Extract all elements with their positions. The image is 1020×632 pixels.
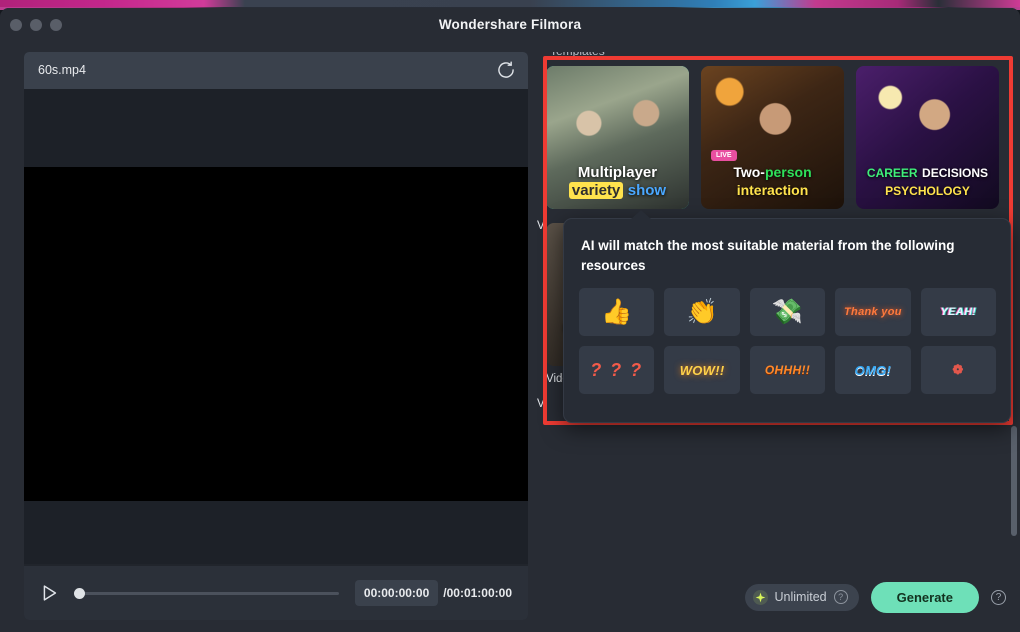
thank-you-sticker[interactable]: Thank you (835, 288, 910, 336)
generate-help-icon[interactable]: ? (991, 590, 1006, 605)
thumbs-up-sticker[interactable]: 👍 (579, 288, 654, 336)
template-thumbnail[interactable]: LIVE Two-person interaction (701, 66, 844, 209)
file-name-label: 60s.mp4 (38, 63, 86, 77)
generate-button[interactable]: Generate (871, 582, 979, 613)
play-icon[interactable] (38, 582, 60, 604)
seek-bar[interactable] (74, 586, 339, 600)
action-bar: Unlimited ? Generate ? (536, 570, 1020, 624)
preview-letterbox-top (24, 89, 528, 167)
wow-text: WOW!! (680, 363, 725, 378)
red-splat-icon: ❁ (952, 362, 964, 378)
sticker-grid: 👍 👏 💸 Thank you YEAH! ? ? ? (564, 275, 1010, 394)
unlimited-label: Unlimited (775, 590, 827, 604)
templates-scrollbar[interactable] (1011, 426, 1017, 536)
clapping-hands-sticker[interactable]: 👏 (664, 288, 739, 336)
player-controls: 00:00:00:00 /00:01:00:00 (24, 566, 528, 620)
template-photo (856, 66, 999, 209)
background-app-strip (0, 0, 1020, 7)
truncated-caption-left-1: V (537, 220, 545, 232)
clapping-hands-icon: 👏 (687, 300, 718, 325)
ai-resources-popup: AI will match the most suitable material… (563, 218, 1011, 423)
title-bar: Wondershare Filmora (0, 8, 1020, 44)
money-with-wings-icon: 💸 (772, 300, 803, 325)
unlimited-badge[interactable]: Unlimited ? (745, 584, 859, 611)
truncated-caption-left-2: V (537, 398, 545, 410)
diamond-glyph (755, 592, 766, 603)
template-thumbnail[interactable]: CAREER DECISIONS PSYCHOLOGY (856, 66, 999, 209)
window-title: Wondershare Filmora (0, 17, 1020, 32)
templates-row-1: Multiplayer variety show LIVE Two-perso (546, 66, 1010, 209)
omg-sticker[interactable]: OMG! (835, 346, 910, 394)
current-time-label: 00:00:00:00 (355, 580, 438, 606)
preview-pane: 60s.mp4 00:00:00:00 /00:01:00:00 (24, 52, 528, 620)
yeah-text: YEAH! (940, 306, 976, 318)
popup-arrow-icon (631, 210, 651, 219)
template-photo (546, 66, 689, 209)
seek-track (80, 592, 339, 595)
thank-you-text: Thank you (844, 306, 902, 318)
template-photo (701, 66, 844, 209)
template-card-two-person-interaction[interactable]: LIVE Two-person interaction (701, 66, 844, 209)
ohhh-sticker[interactable]: OHHH!! (750, 346, 825, 394)
seek-knob[interactable] (74, 588, 85, 599)
ohhh-text: OHHH!! (765, 363, 810, 377)
wow-sticker[interactable]: WOW!! (664, 346, 739, 394)
diamond-icon (753, 590, 768, 605)
templates-section-label: Templates (550, 52, 605, 58)
yeah-sticker[interactable]: YEAH! (921, 288, 996, 336)
live-badge-icon: LIVE (711, 150, 737, 161)
preview-letterbox-bottom (24, 501, 528, 564)
template-card-career-decisions-psychology[interactable]: CAREER DECISIONS PSYCHOLOGY (856, 66, 999, 209)
file-bar: 60s.mp4 (24, 52, 528, 89)
template-card-multiplayer-variety-show[interactable]: Multiplayer variety show (546, 66, 689, 209)
red-splat-sticker[interactable]: ❁ (921, 346, 996, 394)
total-time-label: /00:01:00:00 (443, 586, 512, 600)
thumbs-up-icon: 👍 (601, 300, 632, 325)
reset-icon[interactable] (496, 60, 516, 80)
app-root: Wondershare Filmora 60s.mp4 (0, 0, 1020, 632)
unlimited-help-icon[interactable]: ? (834, 590, 848, 604)
template-thumbnail[interactable]: Multiplayer variety show (546, 66, 689, 209)
question-marks-sticker[interactable]: ? ? ? (579, 346, 654, 394)
filmora-window: Wondershare Filmora 60s.mp4 (0, 8, 1020, 632)
omg-text: OMG! (855, 363, 892, 378)
popup-title: AI will match the most suitable material… (564, 219, 1010, 275)
question-marks-text: ? ? ? (590, 360, 643, 381)
money-with-wings-sticker[interactable]: 💸 (750, 288, 825, 336)
video-canvas[interactable] (24, 167, 528, 501)
